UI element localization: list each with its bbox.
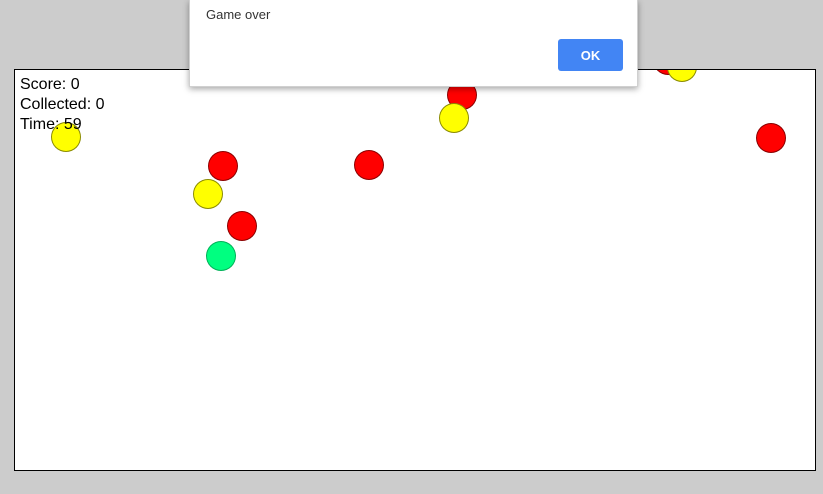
red-ball [756, 123, 786, 153]
ok-button[interactable]: OK [558, 39, 623, 71]
red-ball [354, 150, 384, 180]
yellow-ball [193, 179, 223, 209]
red-ball [208, 151, 238, 181]
collected-display: Collected: 0 [20, 96, 105, 113]
yellow-ball [51, 122, 81, 152]
dialog-message: Game over [206, 7, 271, 22]
yellow-ball [667, 70, 697, 82]
red-ball [227, 211, 257, 241]
score-display: Score: 0 [20, 76, 80, 93]
alert-dialog: Game over OK [189, 0, 638, 87]
player-ball[interactable] [206, 241, 236, 271]
yellow-ball [439, 103, 469, 133]
game-canvas[interactable]: Score: 0 Collected: 0 Time: 59 [14, 69, 816, 471]
